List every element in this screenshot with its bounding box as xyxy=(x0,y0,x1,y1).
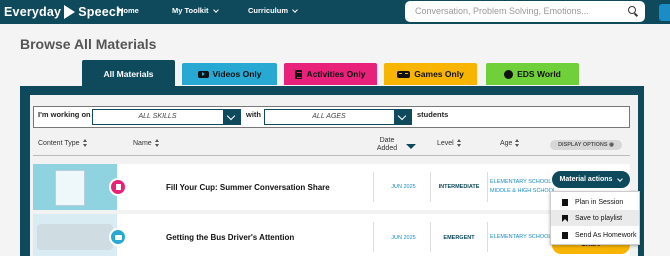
nav-home[interactable]: Home xyxy=(118,6,139,15)
globe-icon xyxy=(504,69,514,79)
divider xyxy=(373,172,374,202)
filter-with: with xyxy=(246,110,261,119)
play-icon xyxy=(64,5,76,19)
column-label: Added xyxy=(376,145,398,152)
sort-icon xyxy=(456,139,462,147)
table-row[interactable]: Getting the Bus Driver's Attention JUN 2… xyxy=(33,214,630,256)
filter-suffix: students xyxy=(417,110,449,119)
menu-item-label: Save to playlist xyxy=(575,214,623,222)
calendar-icon xyxy=(562,198,568,206)
level-cell: EMERGENT xyxy=(443,235,475,241)
page-title: Browse All Materials xyxy=(20,36,157,52)
logo[interactable]: Everyday Speech xyxy=(4,3,124,21)
clipboard-icon xyxy=(562,231,568,239)
tab-label: EDS World xyxy=(517,69,561,79)
search-icon[interactable] xyxy=(628,6,636,14)
tab-label: Videos Only xyxy=(212,69,262,79)
search-input[interactable]: Conversation, Problem Solving, Emotions.… xyxy=(405,1,645,22)
skill-select-value: ALL SKILLS xyxy=(138,113,177,120)
sort-icon xyxy=(515,139,520,147)
column-label: Content Type xyxy=(38,139,80,147)
column-level[interactable]: Level xyxy=(437,139,462,147)
logo-text-everyday: Everyday xyxy=(4,5,62,19)
sort-descending-icon[interactable] xyxy=(406,144,416,149)
age-value: ELEMENTARY SCHOOL xyxy=(490,234,552,240)
age-select-value: ALL AGES xyxy=(312,113,346,120)
display-options-label: DISPLAY OPTIONS xyxy=(558,142,608,148)
tab-label: Activities Only xyxy=(306,69,366,79)
column-content-type[interactable]: Content Type xyxy=(38,139,88,147)
video-icon xyxy=(109,228,127,246)
tab-activities-only[interactable]: Activities Only xyxy=(284,63,377,85)
nav-curriculum-label: Curriculum xyxy=(248,6,289,15)
menu-item-label: Plan in Session xyxy=(575,198,624,206)
age-select[interactable]: ALL AGES xyxy=(264,109,412,125)
gamepad-icon xyxy=(397,70,411,78)
column-date-added[interactable]: Date Added xyxy=(372,137,402,153)
divider xyxy=(430,172,431,202)
material-title[interactable]: Getting the Bus Driver's Attention xyxy=(166,233,294,242)
divider xyxy=(487,172,488,202)
column-label: Level xyxy=(437,139,454,147)
column-label: Date xyxy=(379,137,395,144)
tab-videos-only[interactable]: Videos Only xyxy=(182,63,277,85)
nav-home-label: Home xyxy=(118,6,139,15)
age-cell: ELEMENTARY SCHOOL MIDDLE & HIGH SCHOOL xyxy=(490,178,556,196)
chevron-down-icon xyxy=(212,6,219,13)
column-name[interactable]: Name xyxy=(133,139,160,147)
material-actions-label: Material actions xyxy=(559,176,613,183)
material-actions-menu: Plan in Session Save to playlist Send As… xyxy=(550,191,640,245)
age-cell: ELEMENTARY SCHOOL xyxy=(490,233,551,242)
skill-select[interactable]: ALL SKILLS xyxy=(92,109,241,125)
search-placeholder: Conversation, Problem Solving, Emotions.… xyxy=(415,6,589,16)
column-label: Age xyxy=(500,139,513,147)
age-value: ELEMENTARY SCHOOL xyxy=(490,179,552,185)
video-icon xyxy=(197,70,209,78)
thumbnail-image xyxy=(33,164,117,210)
sort-icon xyxy=(154,139,160,147)
display-options-toggle[interactable]: DISPLAY OPTIONS ◉ xyxy=(550,140,622,150)
divider xyxy=(487,222,488,252)
profile-button[interactable] xyxy=(659,4,670,21)
date-cell: JUN 2025 xyxy=(391,184,416,190)
level-cell: INTERMEDIATE xyxy=(438,184,480,190)
chevron-down-icon xyxy=(223,110,240,124)
worksheet-graphic xyxy=(55,170,85,206)
nav-my-toolkit[interactable]: My Toolkit xyxy=(172,6,219,15)
menu-item-label: Send As Homework xyxy=(575,231,637,239)
nav-curriculum[interactable]: Curriculum xyxy=(248,6,298,15)
menu-item-plan-in-session[interactable]: Plan in Session xyxy=(551,194,639,210)
eye-icon: ◉ xyxy=(609,142,614,148)
date-cell: JUN 2025 xyxy=(391,235,416,241)
chevron-down-icon xyxy=(394,110,411,124)
nav-my-toolkit-label: My Toolkit xyxy=(172,6,209,15)
column-age[interactable]: Age xyxy=(500,139,520,147)
tab-games-only[interactable]: Games Only xyxy=(384,63,477,85)
tab-all-materials[interactable]: All Materials xyxy=(82,60,175,87)
tab-label: All Materials xyxy=(103,68,154,79)
material-actions-button[interactable]: Material actions xyxy=(552,171,630,188)
divider xyxy=(33,155,630,156)
bus-graphic xyxy=(37,224,113,250)
activity-icon xyxy=(295,69,303,79)
sort-icon xyxy=(82,139,88,147)
thumbnail-image xyxy=(33,214,117,256)
chevron-down-icon xyxy=(292,6,298,13)
menu-item-save-to-playlist[interactable]: Save to playlist xyxy=(551,210,639,226)
divider xyxy=(373,222,374,252)
chevron-down-icon xyxy=(617,175,624,182)
table-row[interactable]: Fill Your Cup: Summer Conversation Share… xyxy=(33,164,630,210)
tab-eds-world[interactable]: EDS World xyxy=(486,63,579,85)
age-value: MIDDLE & HIGH SCHOOL xyxy=(490,188,557,194)
activity-icon xyxy=(109,178,127,196)
filter-prefix: I'm working on xyxy=(38,110,91,119)
column-label: Name xyxy=(133,139,152,147)
divider xyxy=(430,222,431,252)
material-title[interactable]: Fill Your Cup: Summer Conversation Share xyxy=(166,183,330,192)
menu-item-send-as-homework[interactable]: Send As Homework xyxy=(551,227,639,243)
tab-label: Games Only xyxy=(414,69,464,79)
bookmark-icon xyxy=(562,214,568,222)
